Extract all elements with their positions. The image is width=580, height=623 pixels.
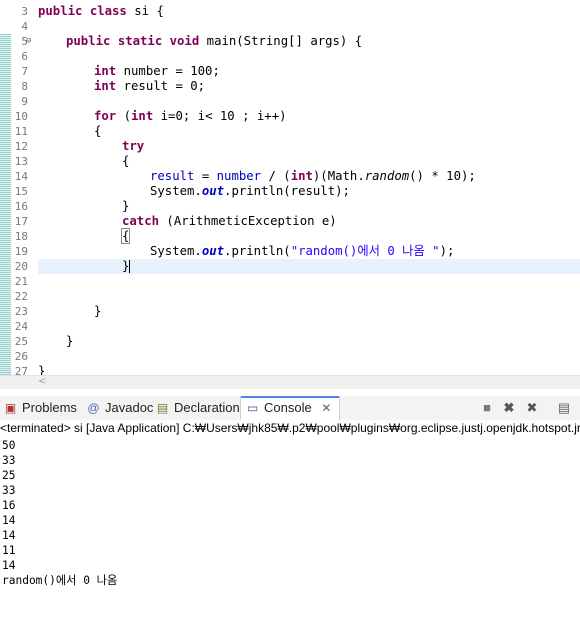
- line-number: 22: [14, 290, 28, 303]
- console-line: random()에서 0 나옴: [2, 574, 118, 587]
- code-line: 10 for (int i=0; i< 10 ; i++): [0, 109, 580, 124]
- code-line: 13{: [0, 154, 580, 169]
- tab-problems[interactable]: ▣ Problems: [3, 396, 77, 420]
- line-number: 14: [14, 170, 28, 183]
- console-line: 50: [2, 439, 16, 452]
- code-line: 24: [0, 319, 580, 334]
- text-caret: [129, 260, 131, 273]
- code-editor[interactable]: 3 public class si { 4 5 ⊖ public static voi…: [0, 0, 580, 375]
- view-tab-bar: ▣ Problems @ Javadoc ▤ Declaration ▭ Console…: [0, 396, 580, 420]
- tab-declaration[interactable]: ▤ Declaration: [155, 396, 240, 420]
- close-icon[interactable]: ✕: [321, 401, 331, 415]
- code-line: 8 int result = 0;: [0, 79, 580, 94]
- scroll-left-icon[interactable]: <: [38, 376, 46, 387]
- line-number: 6: [21, 50, 28, 63]
- console-line: 16: [2, 499, 16, 512]
- stop-icon[interactable]: ■: [479, 400, 495, 416]
- line-number: 8: [21, 80, 28, 93]
- code-line: 17 catch (ArithmeticException e): [0, 214, 580, 229]
- code-line: 14 result = number / (int)(Math.random() …: [0, 169, 580, 184]
- line-number: 18: [14, 230, 28, 243]
- code-line: 7 int number = 100;: [0, 64, 580, 79]
- declaration-icon: ▤: [156, 401, 169, 415]
- remove-launch-icon[interactable]: ✖: [501, 400, 517, 416]
- code-line: 12 try: [0, 139, 580, 154]
- line-number: 27: [14, 365, 28, 375]
- code-line: 18 {: [0, 228, 580, 244]
- console-line: 14: [2, 529, 16, 542]
- line-number: 16: [14, 200, 28, 213]
- code-line: 25}: [0, 334, 580, 349]
- code-line: 3 public class si {: [0, 4, 580, 19]
- code-line: 19 System.out.println("random()에서 0 나옴 ")…: [0, 244, 580, 259]
- line-number: 15: [14, 185, 28, 198]
- code-line: 5 ⊖ public static void main(String[] args)…: [0, 34, 580, 49]
- code-line: 26: [0, 349, 580, 364]
- console-line: 33: [2, 454, 16, 467]
- code-line: 11{: [0, 124, 580, 139]
- tab-console[interactable]: ▭ Console ✕: [240, 396, 341, 420]
- javadoc-icon: @: [87, 401, 100, 415]
- code-line: 20: [0, 259, 38, 274]
- line-number: 23: [14, 305, 28, 318]
- fold-toggle-icon[interactable]: ⊖: [26, 34, 31, 49]
- code-line: 4: [0, 19, 580, 34]
- line-number: 19: [14, 245, 28, 258]
- code-line: 6: [0, 49, 580, 64]
- code-line: 9: [0, 94, 580, 109]
- horizontal-scrollbar[interactable]: <: [0, 375, 580, 389]
- console-line: 33: [2, 484, 16, 497]
- tab-javadoc[interactable]: @ Javadoc: [86, 396, 153, 420]
- console-output[interactable]: 50 33 25 33 16 14 14 11 14 random()에서 0 …: [0, 438, 580, 623]
- current-line: }: [38, 259, 580, 274]
- line-number: 10: [14, 110, 28, 123]
- line-number: 13: [14, 155, 28, 168]
- code-line: 27}: [0, 364, 580, 375]
- line-number: 3: [21, 5, 28, 18]
- console-line: 11: [2, 544, 16, 557]
- code-line: 22: [0, 289, 580, 304]
- clear-console-icon[interactable]: ▤: [556, 400, 572, 416]
- console-line: 14: [2, 514, 16, 527]
- remove-all-icon[interactable]: ✖: [524, 400, 540, 416]
- console-line: 25: [2, 469, 16, 482]
- line-number: 7: [21, 65, 28, 78]
- console-line: 14: [2, 559, 16, 572]
- line-number: 21: [14, 275, 28, 288]
- line-number: 24: [14, 320, 28, 333]
- code-line: 16}: [0, 199, 580, 214]
- line-number: 26: [14, 350, 28, 363]
- matching-bracket: {: [120, 228, 131, 244]
- line-number: 4: [21, 20, 28, 33]
- line-number: 17: [14, 215, 28, 228]
- line-number: 11: [14, 125, 28, 138]
- line-number: 25: [14, 335, 28, 348]
- line-number: 12: [14, 140, 28, 153]
- line-number: 20: [14, 260, 28, 273]
- line-number: 9: [21, 95, 28, 108]
- console-icon: ▭: [246, 401, 259, 415]
- console-status: <terminated> si [Java Application] C:₩Us…: [0, 420, 580, 437]
- code-line: 23}: [0, 304, 580, 319]
- problems-icon: ▣: [4, 401, 17, 415]
- code-line: 21: [0, 274, 580, 289]
- code-line: 15 System.out.println(result);: [0, 184, 580, 199]
